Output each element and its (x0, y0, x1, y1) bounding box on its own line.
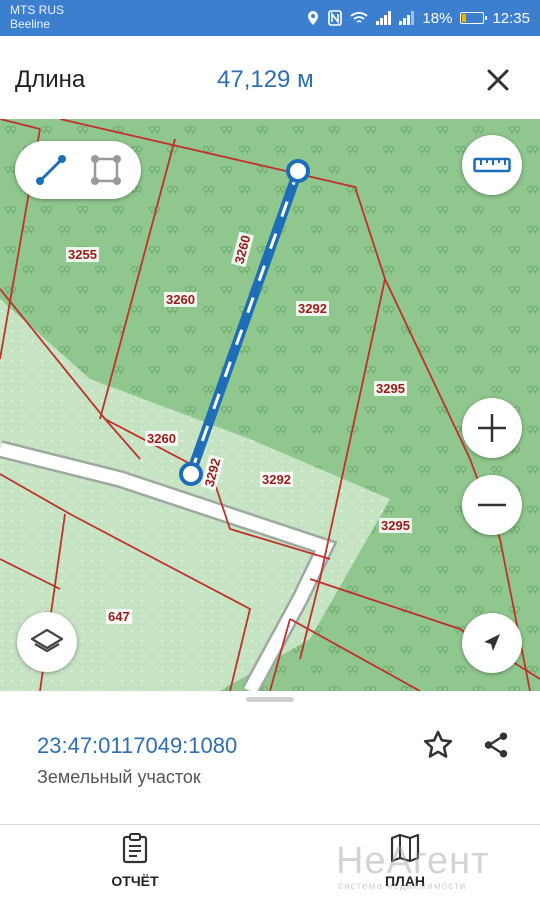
nav-report[interactable]: ОТЧЁТ (75, 825, 195, 911)
sheet-drag-handle[interactable] (246, 697, 294, 702)
plot-label[interactable]: 3292 (296, 301, 329, 316)
share-button[interactable] (477, 726, 515, 764)
watermark-tagline: система недвижимости (338, 881, 467, 892)
status-bar: MTS RUS Beeline 18% 12:35 (0, 0, 540, 36)
carrier-1: MTS RUS (10, 3, 64, 17)
line-measure-button[interactable] (31, 150, 71, 190)
layers-button[interactable] (17, 612, 77, 672)
status-icons: 18% 12:35 (306, 0, 530, 36)
bottom-navigation: ОТЧЁТ ПЛАН НеАгент система недвижимости (0, 824, 540, 910)
plot-label[interactable]: 3292 (260, 472, 293, 487)
my-location-button[interactable] (462, 613, 522, 673)
location-icon (308, 11, 319, 25)
location-arrow-icon (484, 634, 500, 651)
plot-label[interactable]: 3255 (66, 247, 99, 262)
battery-icon (460, 12, 488, 24)
plot-label[interactable]: 3295 (374, 381, 407, 396)
watermark-brand: НеАгент (336, 840, 490, 882)
carrier-info: MTS RUS Beeline (10, 3, 64, 31)
cadastral-number: 23:47:0117049:1080 (37, 733, 238, 758)
clipboard-icon (122, 833, 148, 864)
star-icon (423, 730, 453, 758)
close-button[interactable] (478, 60, 518, 100)
nav-report-label: ОТЧЁТ (111, 873, 159, 889)
battery-percent: 18% (422, 9, 453, 27)
measure-title: Длина (15, 66, 86, 93)
zoom-in-icon (478, 414, 506, 442)
signal-2-icon (399, 11, 415, 25)
measure-start-handle[interactable] (179, 462, 203, 486)
wifi-icon (350, 12, 369, 23)
zoom-out-button[interactable] (462, 475, 522, 535)
object-info-sheet[interactable]: 23:47:0117049:1080 Земельный участок (0, 691, 540, 824)
plot-label[interactable]: 3260 (164, 292, 197, 307)
plot-label[interactable]: 647 (106, 609, 132, 624)
map-view[interactable]: 3255 3260 3260 3260 3292 3292 3292 3295 … (0, 119, 540, 691)
ruler-button[interactable] (462, 135, 522, 195)
measure-length-value: 47,129 м (217, 66, 314, 93)
ruler-icon (473, 157, 511, 173)
object-type: Земельный участок (37, 767, 201, 787)
zoom-in-button[interactable] (462, 398, 522, 458)
clock: 12:35 (492, 9, 530, 27)
close-icon (487, 69, 509, 91)
carrier-2: Beeline (10, 17, 51, 31)
measure-header: Длина 47,129 м (0, 36, 540, 119)
measure-end-handle[interactable] (286, 159, 310, 183)
favorite-button[interactable] (419, 726, 457, 764)
polygon-measure-button[interactable] (86, 150, 126, 190)
measure-mode-toggle (15, 141, 141, 199)
nfc-icon (328, 10, 343, 26)
plot-label[interactable]: 3295 (379, 518, 412, 533)
map-canvas (0, 119, 540, 691)
signal-icon (376, 11, 392, 25)
polygon-measure-icon (90, 155, 121, 185)
share-icon (484, 732, 508, 758)
plot-label[interactable]: 3260 (145, 431, 178, 446)
layers-icon (30, 628, 64, 653)
zoom-out-icon (478, 503, 506, 507)
line-measure-icon (35, 155, 66, 185)
